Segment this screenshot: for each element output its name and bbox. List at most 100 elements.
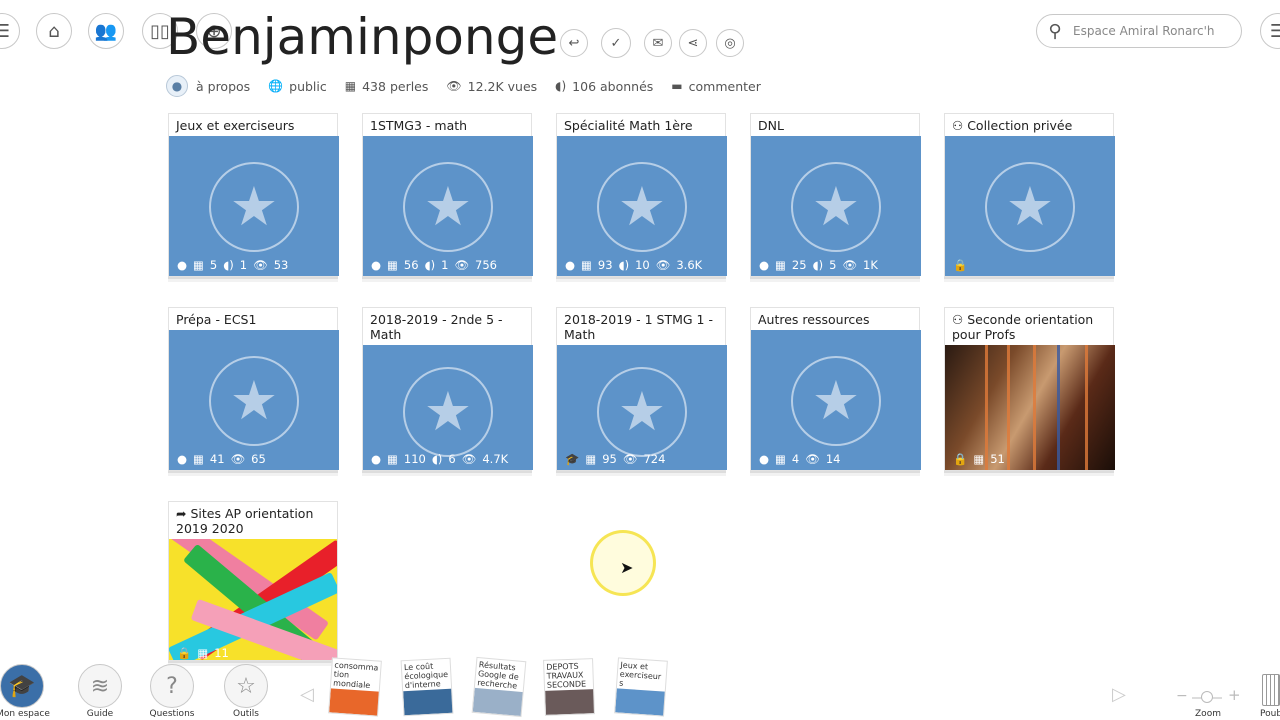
share-button[interactable]: ⋖: [679, 29, 707, 57]
globe-icon: ●: [177, 452, 188, 466]
grid-icon: ▦: [387, 452, 398, 466]
follow-button[interactable]: ✓: [601, 28, 631, 58]
page-title: Benjaminponge: [166, 8, 559, 66]
grid-icon: ▦: [387, 258, 398, 272]
card-thumbnail: ★ ● ▦ 93 ◖) 10 👁 3.6K: [557, 136, 727, 276]
apropos-label: à propos: [196, 78, 251, 94]
collection-card[interactable]: Jeux et exerciseurs ★ ● ▦ 5 ◖) 1 👁 53: [168, 113, 339, 277]
mini-thumbnail[interactable]: Résultats Google de recherche: [471, 656, 527, 718]
grid-icon: ▦: [775, 258, 786, 272]
mon-espace-button[interactable]: 🎓: [0, 664, 44, 708]
mini-title: consomma tion mondiale: [332, 660, 379, 691]
mini-thumbnail[interactable]: DEPOTS TRAVAUX SECONDE: [543, 658, 595, 716]
mini-thumbnail[interactable]: consomma tion mondiale: [328, 657, 382, 717]
scroll-right-icon[interactable]: ▷: [1112, 684, 1126, 705]
abonnes-label: 106 abonnés: [572, 78, 654, 94]
stat-vues: 👁 12.2K vues: [446, 79, 537, 94]
back-arrow-icon: ↩: [568, 35, 580, 51]
count-perles: 25: [791, 258, 807, 272]
grid-icon: ▦: [973, 452, 985, 466]
card-meta: ● ▦ 5 ◖) 1 👁 53: [177, 258, 294, 272]
zoom-in-icon[interactable]: +: [1228, 686, 1241, 704]
collection-card[interactable]: ⚇ Collection privée ★ 🔒: [944, 113, 1115, 277]
menu-button[interactable]: ☰: [0, 13, 20, 49]
collection-card[interactable]: 2018-2019 - 1 STMG 1 - Math ★ 🎓 ▦ 95 👁 724: [556, 307, 727, 471]
search-bar[interactable]: ⚲ Espace Amiral Ronarc'h: [1036, 14, 1242, 48]
target-button[interactable]: ◎: [716, 29, 744, 57]
eye-icon: 👁: [655, 258, 671, 272]
card-thumbnail: ★ ● ▦ 110 ◖) 6 👁 4.7K: [363, 345, 533, 470]
count-perles: 11: [214, 646, 229, 660]
zoom-label: Zoom: [1195, 709, 1221, 719]
card-title-text: Sites AP orientation 2019 2020: [176, 506, 314, 536]
trash-icon[interactable]: [1262, 674, 1280, 706]
right-menu-button[interactable]: ☰: [1260, 13, 1280, 49]
outils-button[interactable]: ☆: [224, 664, 268, 708]
globe-icon: ●: [371, 258, 382, 272]
collection-card[interactable]: 1STMG3 - math ★ ● ▦ 56 ◖) 1 👁 756: [362, 113, 533, 277]
card-thumbnail: ★ ● ▦ 5 ◖) 1 👁 53: [169, 136, 339, 276]
globe-icon: ●: [759, 452, 770, 466]
count-abonnes: 6: [448, 452, 456, 466]
question-icon: ?: [166, 673, 178, 699]
card-title: Spécialité Math 1ère: [564, 118, 693, 133]
count-abonnes: 1: [239, 258, 248, 272]
card-title-text: Collection privée: [967, 118, 1073, 133]
outils-label: Outils: [232, 709, 259, 719]
card-title: Jeux et exerciseurs: [176, 118, 295, 133]
lock-icon: 🔒: [953, 258, 968, 272]
zoom-out-icon[interactable]: −: [1176, 688, 1188, 704]
stat-commenter[interactable]: ▬ commenter: [671, 79, 761, 94]
count-abonnes: 5: [829, 258, 837, 272]
guide-button[interactable]: ≋: [78, 664, 122, 708]
star-icon: ★: [403, 162, 493, 252]
card-meta: 🔒 ▦ 51: [953, 452, 1011, 466]
count-perles: 93: [597, 258, 613, 272]
collection-card[interactable]: DNL ★ ● ▦ 25 ◖) 5 👁 1K: [750, 113, 921, 277]
star-icon: ★: [209, 356, 299, 446]
card-title: DNL: [758, 118, 784, 133]
collection-card[interactable]: ➦ Sites AP orientation 2019 2020 🔒 ▦ 11: [168, 501, 338, 661]
mini-title: DEPOTS TRAVAUX SECONDE: [546, 661, 587, 690]
scroll-left-icon[interactable]: ◁: [300, 684, 314, 705]
mini-thumbnail[interactable]: Jeux et exerciseur s: [614, 657, 668, 717]
card-meta: ● ▦ 93 ◖) 10 👁 3.6K: [565, 258, 708, 272]
card-thumbnail: ★ ● ▦ 4 👁 14: [751, 330, 921, 470]
grid-icon: ▦: [197, 646, 209, 660]
grid-icon: ▦: [193, 258, 204, 272]
zoom-handle[interactable]: [1201, 691, 1213, 703]
card-meta: ● ▦ 56 ◖) 1 👁 756: [371, 258, 503, 272]
questions-label: Questions: [149, 709, 195, 719]
star-icon: ★: [403, 367, 493, 457]
collection-card[interactable]: Spécialité Math 1ère ★ ● ▦ 93 ◖) 10 👁 3.6K: [556, 113, 727, 277]
card-meta: ● ▦ 4 👁 14: [759, 452, 847, 466]
count-perles: 95: [602, 452, 617, 466]
star-icon: ★: [791, 356, 881, 446]
card-meta: 🔒: [953, 258, 973, 272]
home-button[interactable]: ⌂: [36, 13, 72, 49]
back-button[interactable]: ↩: [560, 29, 588, 57]
card-meta: ● ▦ 41 👁 65: [177, 452, 272, 466]
trash-label: Poub: [1260, 709, 1280, 719]
collection-card[interactable]: Autres ressources ★ ● ▦ 4 👁 14: [750, 307, 921, 471]
collection-card[interactable]: ⚇ Seconde orientation pour Profs 🔒 ▦ 51: [944, 307, 1115, 471]
mail-button[interactable]: ✉: [644, 29, 672, 57]
collection-card[interactable]: 2018-2019 - 2nde 5 - Math ★ ● ▦ 110 ◖) 6 👁 4.7…: [362, 307, 533, 471]
mini-thumbnail[interactable]: Le coût écologique d'interne: [400, 657, 454, 717]
target-icon: ◎: [724, 35, 736, 51]
stat-public: 🌐 public: [268, 79, 327, 94]
community-button[interactable]: 👥: [88, 13, 124, 49]
collection-card[interactable]: Prépa - ECS1 ★ ● ▦ 41 👁 65: [168, 307, 339, 471]
eye-icon: 👁: [454, 258, 470, 272]
avatar-icon: ●: [166, 75, 188, 97]
questions-button[interactable]: ?: [150, 664, 194, 708]
school-icon: 🎓: [565, 452, 580, 466]
count-perles: 56: [403, 258, 419, 272]
stat-abonnes[interactable]: ◖) 106 abonnés: [555, 79, 653, 94]
card-meta: 🎓 ▦ 95 👁 724: [565, 452, 671, 466]
eye-icon: 👁: [842, 258, 858, 272]
stat-apropos[interactable]: ● à propos: [166, 75, 250, 97]
menu-icon: ☰: [1269, 20, 1280, 42]
zoom-slider[interactable]: − +: [1176, 686, 1241, 708]
grid-icon: ▦: [585, 452, 597, 466]
